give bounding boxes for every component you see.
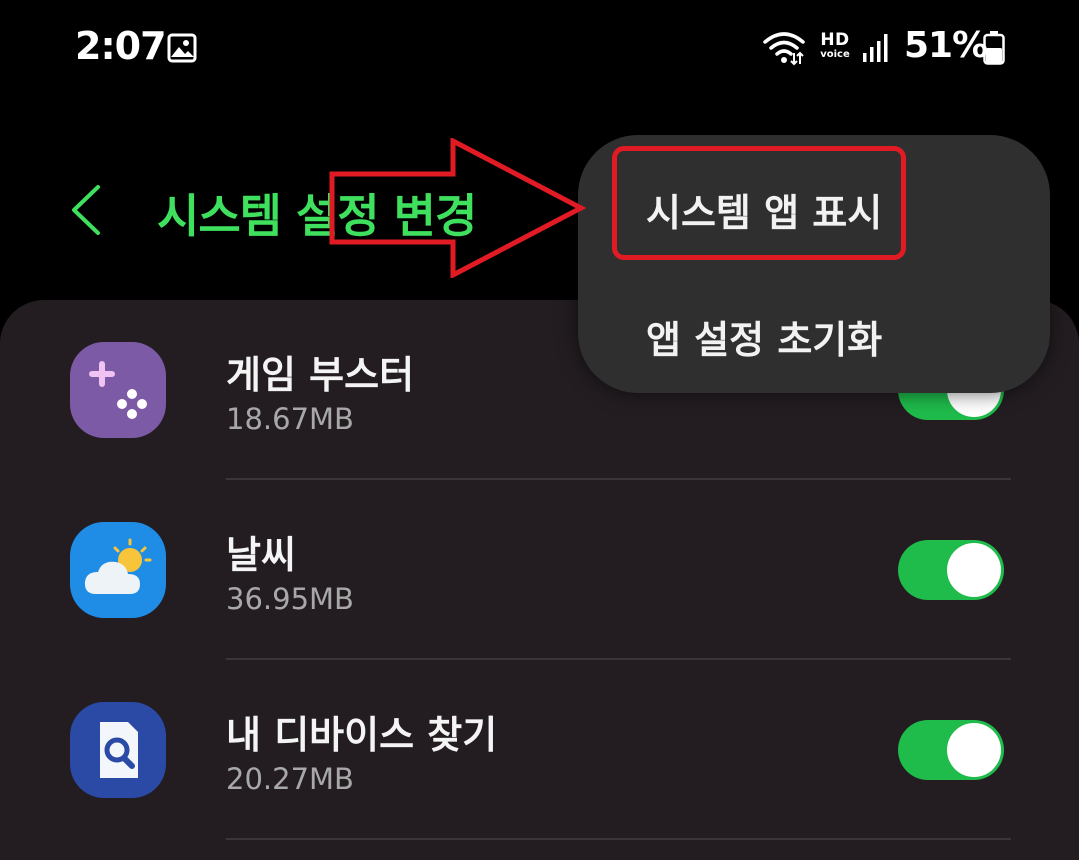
annotation-arrow-icon [329,138,587,278]
app-toggle[interactable] [898,720,1004,780]
find-my-device-icon [70,702,166,798]
voice-label: voice [820,49,850,60]
app-name: 날씨 [226,533,296,577]
divider [226,838,1011,840]
highlight-box [612,146,906,260]
battery-icon [983,31,1005,65]
status-bar: 2:07 HD voice 51% [0,0,1079,96]
status-time: 2:07 [75,24,167,68]
toggle-knob [947,723,1001,777]
app-size: 36.95MB [226,582,354,616]
app-size: 20.27MB [226,762,354,796]
battery-percent: 51% [904,25,988,66]
app-row-find-my-device[interactable]: 내 디바이스 찾기 20.27MB [0,660,1079,840]
game-booster-icon [70,342,166,438]
app-name: 내 디바이스 찾기 [226,713,498,757]
toggle-knob [947,543,1001,597]
wifi-icon [763,32,805,66]
hd-voice-icon: HD voice [815,32,855,64]
app-row-weather[interactable]: 날씨 36.95MB [0,480,1079,660]
hd-label: HD [820,30,850,50]
app-toggle[interactable] [898,540,1004,600]
weather-icon [70,522,166,618]
app-name: 게임 부스터 [226,353,415,397]
app-size: 18.67MB [226,402,354,436]
menu-item-reset-app-preferences[interactable]: 앱 설정 초기화 [646,309,882,364]
back-arrow-icon[interactable] [66,183,106,237]
gallery-icon [167,33,197,63]
signal-icon [863,34,888,62]
